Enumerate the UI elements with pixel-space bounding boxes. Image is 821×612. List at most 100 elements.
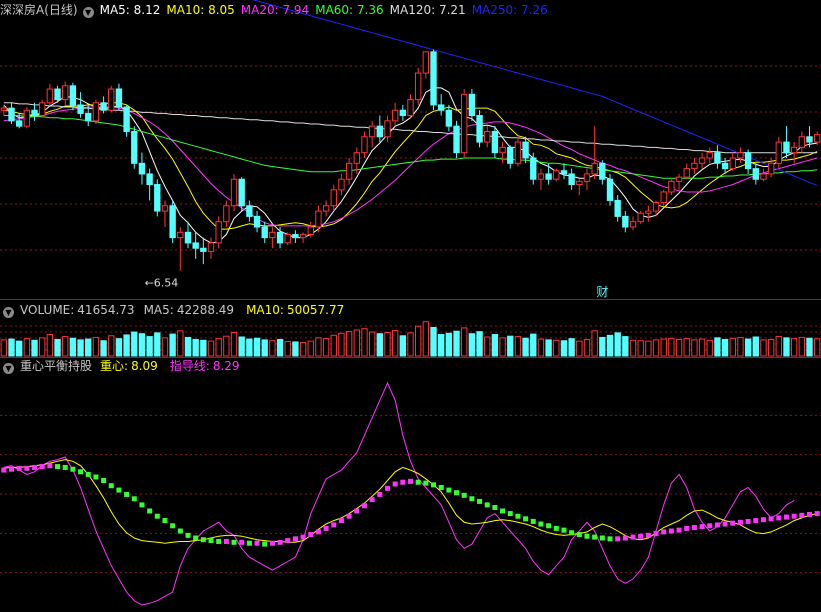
guide-line-point xyxy=(737,519,743,525)
volume-bar xyxy=(668,337,675,357)
candle-body xyxy=(675,176,683,182)
candle-body xyxy=(269,231,276,239)
volume-bar xyxy=(154,332,161,357)
candle xyxy=(461,89,468,158)
volume-bar xyxy=(599,336,606,357)
candle-body xyxy=(246,205,253,217)
guide-line-point xyxy=(507,511,513,517)
volume-bar xyxy=(798,336,806,357)
candle-body xyxy=(760,173,767,180)
candle-body xyxy=(376,125,383,138)
candle xyxy=(238,177,245,212)
ma-legend-item: MA120: 7.21 xyxy=(389,3,466,17)
volume-legend: ▼ VOLUME: 41654.73 MA5: 42288.49 MA10: 50057.7… xyxy=(0,301,356,319)
guide-line-point xyxy=(193,535,199,541)
candle xyxy=(422,51,430,79)
candle-body xyxy=(622,215,629,228)
guide-line-point xyxy=(384,485,390,491)
volume-bar xyxy=(407,332,414,357)
candle-body xyxy=(154,184,161,212)
volume-bar xyxy=(39,337,46,357)
guide-line-point xyxy=(124,491,130,497)
candle xyxy=(108,85,115,113)
candle-body xyxy=(522,141,529,159)
candle-body xyxy=(223,205,230,223)
volume-bar xyxy=(553,339,560,357)
guide-line-point xyxy=(584,533,590,539)
volume-bar xyxy=(606,334,614,357)
volume-bar xyxy=(284,341,291,357)
guide-line-point xyxy=(431,482,437,488)
candle-body xyxy=(591,162,598,175)
candle xyxy=(23,107,31,129)
guide-line-point xyxy=(791,513,797,519)
volume-bar xyxy=(813,338,821,357)
volume-bar xyxy=(752,336,759,357)
volume-bar xyxy=(491,334,499,357)
candle-body xyxy=(31,109,38,117)
volume-bar xyxy=(192,338,199,357)
volume-bar xyxy=(461,327,468,357)
guide-line-point xyxy=(707,523,713,529)
candle-body xyxy=(714,152,721,164)
candle xyxy=(31,102,38,121)
volume-bar xyxy=(131,331,138,357)
ma-legend-item: MA10: 8.05 xyxy=(166,3,235,17)
candle xyxy=(131,126,138,169)
candle xyxy=(698,152,706,169)
candle-body xyxy=(568,173,575,186)
volume-bar xyxy=(614,332,621,357)
volume-bar xyxy=(545,339,552,357)
volume-bar xyxy=(537,338,545,357)
candle-body xyxy=(606,178,614,201)
guide-line-point xyxy=(622,535,628,541)
guide-line-point xyxy=(576,531,582,537)
guide-line-point xyxy=(392,481,398,487)
volume-bar xyxy=(115,338,123,357)
volume-bar xyxy=(54,338,61,357)
guide-line-point xyxy=(185,532,191,538)
volume-bar xyxy=(77,339,84,357)
volume-bar xyxy=(353,329,360,357)
dropdown-icon[interactable]: ▼ xyxy=(3,307,14,318)
candle xyxy=(760,168,767,182)
guide-line-point xyxy=(62,464,68,470)
volume-bar xyxy=(507,335,514,357)
guide-line-point xyxy=(32,464,38,470)
candle-body xyxy=(813,134,821,143)
candle xyxy=(775,136,782,169)
candle-body xyxy=(184,231,192,244)
candle xyxy=(714,145,721,169)
volume-ma5-value: 42288.49 xyxy=(176,303,235,317)
guide-line-point xyxy=(630,534,636,540)
volume-bar xyxy=(8,338,15,357)
volume-bar xyxy=(376,333,383,357)
dropdown-icon[interactable]: ▼ xyxy=(82,7,94,18)
guide-line-point xyxy=(239,539,245,545)
candle-body xyxy=(790,146,798,154)
guide-line-point xyxy=(285,538,291,544)
indicator-center-value: 8.09 xyxy=(131,359,158,373)
candle-body xyxy=(461,93,468,154)
candle xyxy=(200,237,207,265)
volume-bar xyxy=(345,331,353,357)
candle xyxy=(545,163,552,185)
guide-line-point xyxy=(331,522,337,528)
candle-body xyxy=(345,162,353,180)
candle-body xyxy=(161,205,169,212)
guide-line-point xyxy=(523,516,529,522)
volume-bar xyxy=(514,336,522,357)
guide-line-point xyxy=(661,529,667,535)
dropdown-icon[interactable]: ▼ xyxy=(3,363,14,374)
volume-bar xyxy=(790,338,798,357)
candle xyxy=(384,115,391,143)
candle-body xyxy=(468,93,476,117)
candle xyxy=(92,99,100,125)
guide-line-point xyxy=(369,497,375,503)
candle-body xyxy=(691,162,698,170)
candle xyxy=(192,232,199,259)
guide-line-point xyxy=(323,525,329,531)
volume-bar xyxy=(691,339,698,357)
candle xyxy=(499,142,506,164)
candle-body xyxy=(292,233,299,239)
